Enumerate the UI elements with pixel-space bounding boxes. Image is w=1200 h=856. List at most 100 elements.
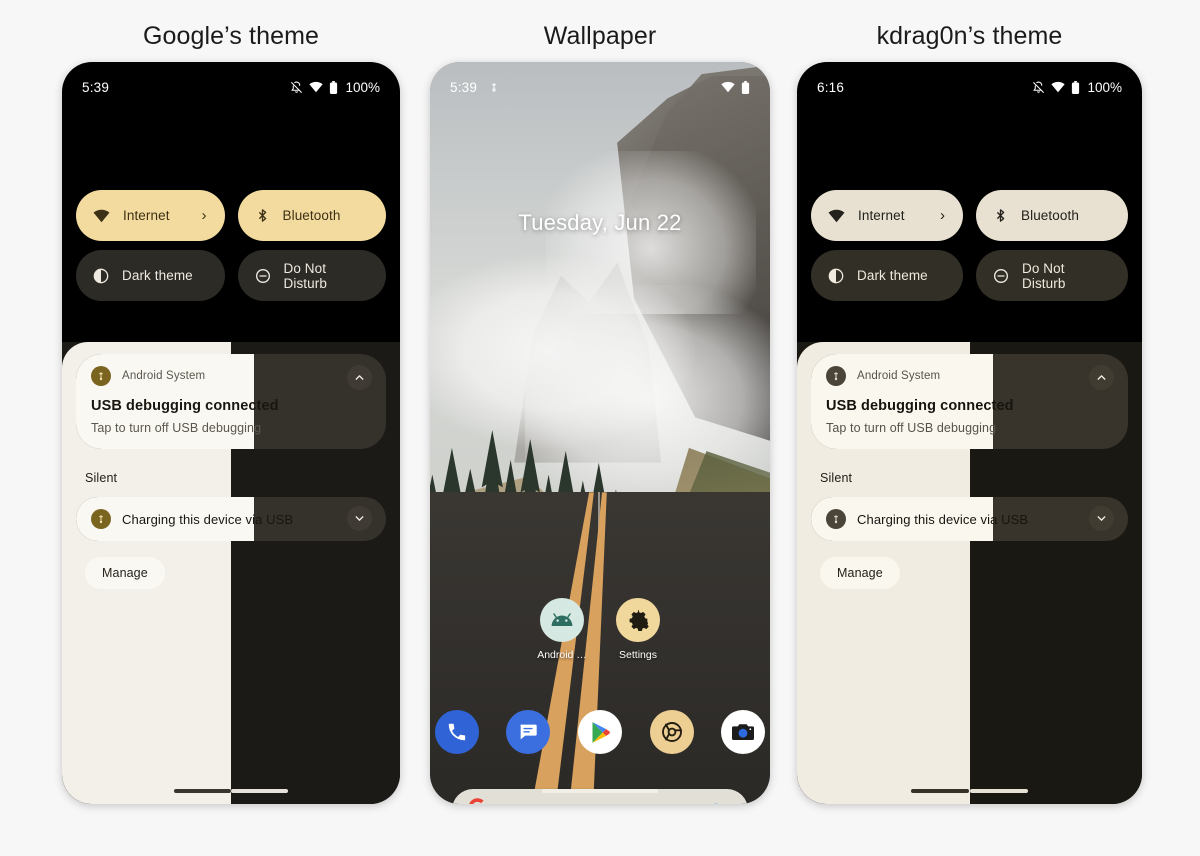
wifi-icon (1051, 81, 1066, 93)
google-g-icon (468, 798, 487, 804)
gesture-bar-left (173, 789, 231, 793)
notification-card-usb-debugging[interactable]: Android System USB debugging connected T… (76, 354, 386, 449)
usb-icon (826, 509, 846, 529)
notification-body: Tap to turn off USB debugging (91, 421, 262, 435)
notification-card-charging[interactable]: Charging this device via USB (76, 497, 386, 541)
phone-icon[interactable] (434, 710, 479, 754)
notification-shade: Android System USB debugging connected T… (797, 342, 1142, 804)
qs-tile-label: Internet (123, 208, 170, 223)
notification-label: Charging this device via USB (857, 511, 1029, 527)
column-title-kdrag0n: kdrag0n’s theme (876, 22, 1063, 50)
chevron-right-icon[interactable]: › (940, 208, 945, 223)
chevron-right-icon[interactable]: › (202, 208, 207, 223)
gesture-bar-right (969, 789, 1029, 793)
gear-icon (616, 598, 660, 642)
bluetooth-icon (255, 207, 270, 224)
status-bar: 5:39 (430, 62, 770, 112)
notification-section-label: Silent (820, 471, 853, 485)
wifi-icon (93, 209, 110, 223)
qs-tile-label: Internet (858, 208, 905, 223)
contrast-icon (93, 268, 109, 284)
app-android[interactable]: Android … (533, 598, 591, 661)
app-label: Android … (537, 649, 587, 661)
wifi-icon (828, 209, 845, 223)
manage-button[interactable]: Manage (85, 557, 165, 589)
status-clock: 6:16 (817, 79, 845, 95)
wifi-icon (721, 81, 735, 93)
quick-settings: Internet › Bluetooth Dark theme Do Not D… (797, 190, 1142, 310)
gesture-bar-indicator (542, 789, 658, 793)
bluetooth-icon (993, 207, 1008, 224)
battery-percent: 100% (345, 79, 380, 95)
app-settings[interactable]: Settings (609, 598, 667, 661)
battery-icon (741, 80, 750, 94)
status-bar: 6:16 100% (797, 62, 1142, 112)
qs-tile-internet[interactable]: Internet › (811, 190, 963, 241)
assistant-mic-icon[interactable] (710, 801, 732, 804)
qs-tile-label: Do Not Disturb (283, 260, 327, 291)
manage-button[interactable]: Manage (820, 557, 900, 589)
chevron-down-icon[interactable] (1089, 506, 1114, 531)
lockscreen-date: Tuesday, Jun 22 (518, 210, 682, 235)
notification-app-name: Android System (122, 370, 206, 382)
qs-tile-internet[interactable]: Internet › (76, 190, 225, 241)
wallpaper-scene (430, 62, 770, 804)
chevron-down-icon[interactable] (347, 506, 372, 531)
phone-kdrag0n-theme: 6:16 100% Internet › Bluetooth Dark them… (797, 62, 1142, 804)
qs-tile-bluetooth[interactable]: Bluetooth (976, 190, 1128, 241)
usb-icon (488, 81, 500, 93)
notification-muted-icon (1032, 81, 1045, 94)
qs-tile-do-not-disturb[interactable]: Do Not Disturb (237, 250, 386, 301)
qs-tile-label: Dark theme (122, 268, 193, 283)
notification-label: Charging this device via USB (122, 511, 294, 527)
qs-tile-label: Bluetooth (1021, 208, 1079, 223)
notification-body: Tap to turn off USB debugging (826, 421, 997, 435)
status-clock: 5:39 (450, 79, 478, 95)
battery-icon (329, 80, 338, 94)
battery-percent: 100% (1087, 79, 1122, 95)
minus-circle-icon (255, 268, 271, 284)
dock (430, 710, 770, 754)
column-title-google: Google’s theme (142, 22, 320, 50)
qs-tile-dark-theme[interactable]: Dark theme (811, 250, 963, 301)
notification-shade: Android System USB debugging connected T… (62, 342, 400, 804)
camera-icon[interactable] (721, 710, 766, 754)
chrome-icon[interactable] (649, 710, 694, 754)
notification-card-usb-debugging[interactable]: Android System USB debugging connected T… (811, 354, 1128, 449)
qs-tile-label: Dark theme (857, 268, 928, 283)
chevron-up-icon[interactable] (1089, 365, 1114, 390)
usb-icon (91, 366, 111, 386)
usb-icon (91, 509, 111, 529)
gesture-bar-right (231, 789, 289, 793)
gesture-bar[interactable] (430, 789, 770, 793)
minus-circle-icon (993, 268, 1009, 284)
gesture-bar[interactable] (62, 789, 400, 793)
notification-title: USB debugging connected (826, 398, 1014, 414)
column-title-wallpaper: Wallpaper (543, 22, 657, 50)
status-clock: 5:39 (82, 79, 110, 95)
qs-tile-bluetooth[interactable]: Bluetooth (237, 190, 386, 241)
wifi-icon (309, 81, 324, 93)
play-store-icon[interactable] (577, 710, 622, 754)
qs-tile-dark-theme[interactable]: Dark theme (76, 250, 225, 301)
notification-muted-icon (290, 81, 303, 94)
chevron-up-icon[interactable] (347, 365, 372, 390)
comparison-stage: Google’s theme Wallpaper kdrag0n’s theme… (0, 0, 1200, 856)
qs-tile-label: Bluetooth (282, 208, 341, 223)
battery-icon (1071, 80, 1080, 94)
status-bar: 5:39 (62, 62, 400, 112)
qs-tile-do-not-disturb[interactable]: Do Not Disturb (976, 250, 1128, 301)
usb-icon (826, 366, 846, 386)
gesture-bar[interactable] (797, 789, 1142, 793)
android-icon (540, 598, 584, 642)
messages-icon[interactable] (506, 710, 551, 754)
app-label: Settings (619, 649, 657, 661)
notification-app-name: Android System (857, 370, 941, 382)
gesture-bar-left (910, 789, 970, 793)
quick-settings: Internet › Bluetooth Dark theme Do Not D… (62, 190, 400, 310)
notification-card-charging[interactable]: Charging this device via USB (811, 497, 1128, 541)
qs-tile-label: Do Not Disturb (1022, 260, 1066, 291)
notification-section-label: Silent (85, 471, 118, 485)
notification-title: USB debugging connected (91, 398, 279, 414)
contrast-icon (828, 268, 844, 284)
